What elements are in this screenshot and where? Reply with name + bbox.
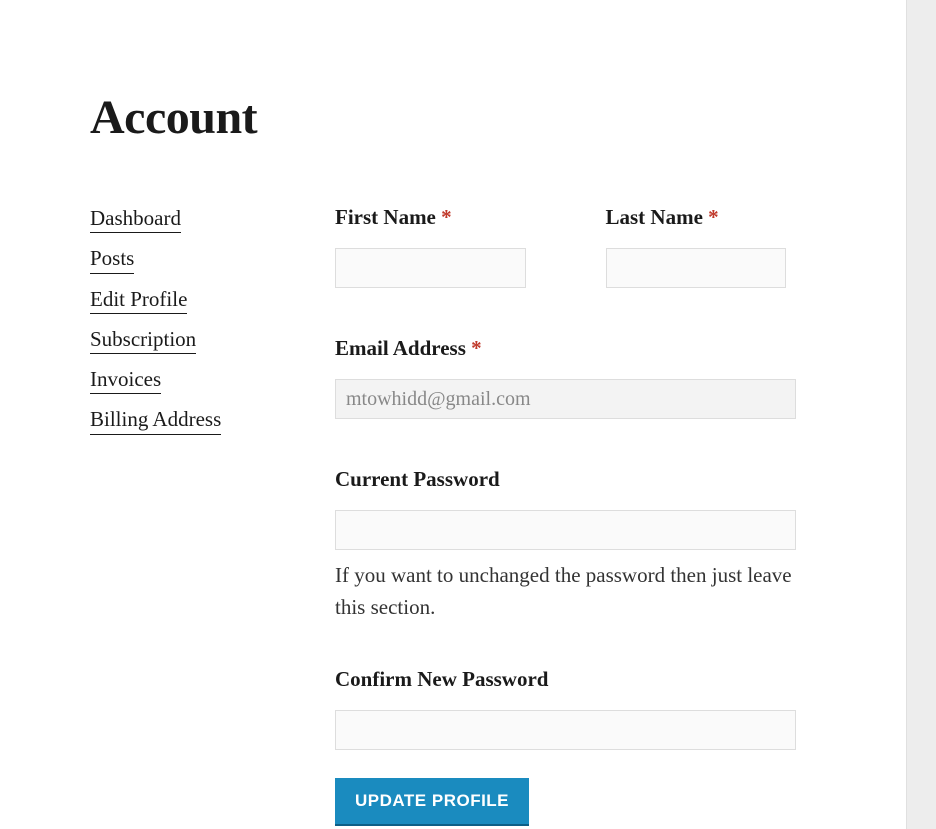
sidebar-item-subscription[interactable]: Subscription	[90, 326, 196, 354]
page-title: Account	[0, 0, 906, 145]
first-name-label-text: First Name	[335, 205, 436, 229]
required-asterisk: *	[441, 205, 452, 229]
sidebar-item-invoices[interactable]: Invoices	[90, 366, 161, 394]
confirm-password-field-group: Confirm New Password	[335, 667, 796, 750]
last-name-field-group: Last Name *	[606, 205, 797, 288]
password-help-text: If you want to unchanged the password th…	[335, 560, 796, 623]
email-input	[335, 379, 796, 419]
email-label: Email Address *	[335, 336, 796, 361]
required-asterisk: *	[708, 205, 719, 229]
confirm-password-label: Confirm New Password	[335, 667, 796, 692]
sidebar-item-edit-profile[interactable]: Edit Profile	[90, 286, 187, 314]
update-profile-button[interactable]: UPDATE PROFILE	[335, 778, 529, 826]
last-name-label: Last Name *	[606, 205, 797, 230]
email-label-text: Email Address	[335, 336, 466, 360]
current-password-label: Current Password	[335, 467, 796, 492]
first-name-input[interactable]	[335, 248, 526, 288]
vertical-divider	[906, 0, 936, 829]
sidebar-item-dashboard[interactable]: Dashboard	[90, 205, 181, 233]
email-field-group: Email Address *	[335, 336, 796, 419]
last-name-label-text: Last Name	[606, 205, 703, 229]
current-password-input[interactable]	[335, 510, 796, 550]
sidebar-item-billing-address[interactable]: Billing Address	[90, 406, 221, 434]
last-name-input[interactable]	[606, 248, 786, 288]
confirm-password-input[interactable]	[335, 710, 796, 750]
profile-form: First Name * Last Name * Email Address	[335, 205, 906, 826]
current-password-field-group: Current Password If you want to unchange…	[335, 467, 796, 623]
first-name-field-group: First Name *	[335, 205, 526, 288]
account-sidebar: Dashboard Posts Edit Profile Subscriptio…	[90, 205, 335, 826]
sidebar-item-posts[interactable]: Posts	[90, 245, 134, 273]
required-asterisk: *	[471, 336, 482, 360]
first-name-label: First Name *	[335, 205, 526, 230]
